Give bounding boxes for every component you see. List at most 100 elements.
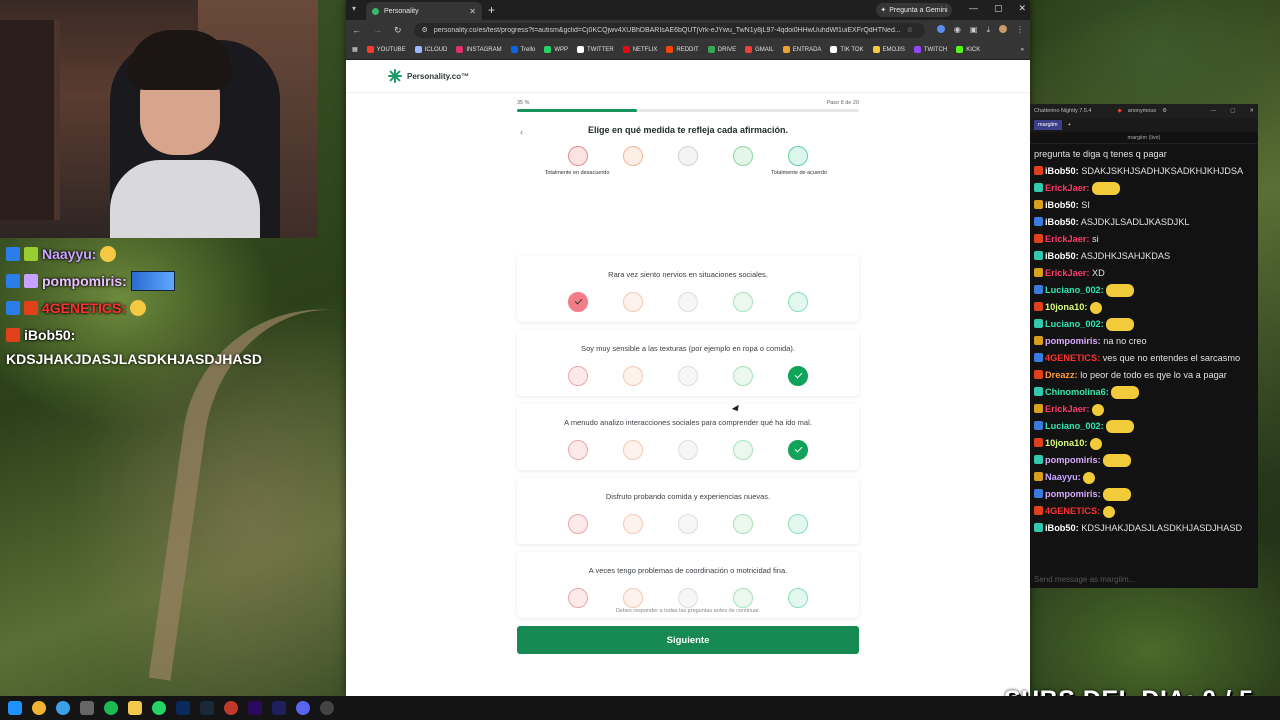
site-info-icon[interactable]: ⚙: [422, 26, 428, 34]
bookmark-youtube[interactable]: YOUTUBE: [366, 46, 406, 53]
chat-username[interactable]: ErickJaer:: [1045, 268, 1089, 278]
chat-username[interactable]: 4GENETICS:: [1045, 353, 1100, 363]
photoshop-icon[interactable]: [176, 701, 190, 715]
chat-username[interactable]: 10jona10:: [1045, 438, 1087, 448]
chrome-icon[interactable]: [32, 701, 46, 715]
tab-search-icon[interactable]: ▾: [352, 4, 356, 13]
answer-option-4[interactable]: [733, 440, 753, 460]
answer-option-4[interactable]: [733, 366, 753, 386]
chat-username[interactable]: iBob50:: [1045, 217, 1079, 227]
ask-gemini-button[interactable]: ✦ Pregunta a Gemini: [876, 3, 952, 17]
answer-option-3[interactable]: [678, 366, 698, 386]
back-icon[interactable]: ←: [352, 25, 361, 35]
minimize-icon[interactable]: —: [969, 3, 978, 14]
next-button[interactable]: Siguiente: [517, 626, 859, 654]
spotify-icon[interactable]: [104, 701, 118, 715]
app-icon[interactable]: [224, 701, 238, 715]
steam-icon[interactable]: [200, 701, 214, 715]
downloads-icon[interactable]: ⤓: [986, 25, 990, 35]
answer-option-2[interactable]: [623, 514, 643, 534]
edge-icon[interactable]: [56, 701, 70, 715]
tab-personality[interactable]: Personality ✕: [366, 2, 482, 20]
bookmark-entrada[interactable]: ENTRADA: [782, 46, 821, 53]
bookmark-trello[interactable]: Trello: [510, 46, 535, 53]
bookmark-star-icon[interactable]: ☆: [907, 26, 913, 34]
answer-option-4[interactable]: [733, 588, 753, 608]
answer-option-3[interactable]: [678, 588, 698, 608]
answer-option-1[interactable]: [568, 514, 588, 534]
bookmark-twitch[interactable]: TWITCH: [913, 46, 947, 53]
profile-avatar-icon[interactable]: [999, 25, 1007, 33]
chat-username[interactable]: Luciano_002:: [1045, 319, 1104, 329]
answer-option-3[interactable]: [678, 440, 698, 460]
tab-margiim[interactable]: margiim: [1034, 120, 1062, 130]
maximize-icon[interactable]: ▢: [1230, 108, 1235, 114]
apps-grid-icon[interactable]: ▦: [352, 46, 358, 53]
bookmark-twitter[interactable]: TWITTER: [577, 46, 614, 53]
account-icon[interactable]: ◆: [1117, 108, 1121, 114]
answer-option-5[interactable]: [788, 588, 808, 608]
bookmark-tiktok[interactable]: TIK TOK: [830, 46, 864, 53]
settings-gear-icon[interactable]: ⚙: [1162, 108, 1167, 114]
bookmark-icloud[interactable]: ICLOUD: [414, 46, 447, 53]
chat-username[interactable]: pompomiris:: [1045, 455, 1101, 465]
chat-username[interactable]: pompomiris:: [1045, 336, 1101, 346]
answer-option-4[interactable]: [733, 292, 753, 312]
more-bookmarks-icon[interactable]: »: [1021, 47, 1024, 53]
answer-option-2[interactable]: [623, 588, 643, 608]
answer-option-5[interactable]: [788, 514, 808, 534]
close-tab-icon[interactable]: ✕: [469, 7, 476, 16]
bookmark-emojis[interactable]: EMOJIS: [872, 46, 905, 53]
answer-option-5[interactable]: [788, 292, 808, 312]
back-arrow-icon[interactable]: ‹: [520, 127, 523, 137]
minimize-icon[interactable]: —: [1211, 108, 1217, 114]
answer-option-1[interactable]: [568, 440, 588, 460]
answer-option-3[interactable]: [678, 292, 698, 312]
close-window-icon[interactable]: ✕: [1018, 3, 1026, 14]
obs-icon[interactable]: [320, 701, 334, 715]
browser-menu-icon[interactable]: ⋮: [1016, 25, 1024, 35]
chat-username[interactable]: 10jona10:: [1045, 302, 1087, 312]
account-name[interactable]: anonymous: [1128, 108, 1156, 114]
discord-icon[interactable]: [296, 701, 310, 715]
answer-option-3[interactable]: [678, 514, 698, 534]
answer-option-4[interactable]: [733, 514, 753, 534]
answer-option-1[interactable]: [568, 292, 588, 312]
extension-icon[interactable]: [936, 25, 945, 33]
speaker-icon[interactable]: ◉: [954, 25, 961, 35]
bookmark-wpp[interactable]: WPP: [544, 46, 568, 53]
bookmark-gmail[interactable]: GMAIL: [745, 46, 774, 53]
bookmark-reddit[interactable]: REDDIT: [666, 46, 699, 53]
chat-username[interactable]: Dreazz:: [1045, 370, 1078, 380]
chat-username[interactable]: ErickJaer:: [1045, 183, 1089, 193]
chat-username[interactable]: ErickJaer:: [1045, 234, 1089, 244]
chat-username[interactable]: Chinomolina6:: [1045, 387, 1109, 397]
forward-icon[interactable]: →: [373, 25, 382, 35]
chat-username[interactable]: ErickJaer:: [1045, 404, 1089, 414]
answer-option-1[interactable]: [568, 588, 588, 608]
answer-option-5[interactable]: [788, 440, 808, 460]
site-logo-text[interactable]: Personality.co™: [407, 72, 469, 81]
add-tab-icon[interactable]: +: [1068, 122, 1071, 128]
chat-username[interactable]: Luciano_002:: [1045, 421, 1104, 431]
whatsapp-icon[interactable]: [152, 701, 166, 715]
chat-username[interactable]: iBob50:: [1045, 200, 1079, 210]
chat-username[interactable]: iBob50:: [1045, 523, 1079, 533]
answer-option-2[interactable]: [623, 440, 643, 460]
answer-option-1[interactable]: [568, 366, 588, 386]
maximize-icon[interactable]: ▢: [994, 3, 1003, 14]
answer-option-5[interactable]: [788, 366, 808, 386]
chat-username[interactable]: Naayyu:: [1045, 472, 1081, 482]
chat-input[interactable]: Send message as margiim...: [1034, 575, 1254, 584]
chat-username[interactable]: pompomiris:: [1045, 489, 1101, 499]
chat-username[interactable]: iBob50:: [1045, 251, 1079, 261]
answer-option-2[interactable]: [623, 292, 643, 312]
new-tab-icon[interactable]: +: [488, 3, 495, 17]
bookmark-drive[interactable]: DRIVE: [707, 46, 736, 53]
personality-logo-icon[interactable]: [388, 69, 402, 83]
bookmark-kick[interactable]: KICK: [956, 46, 980, 53]
reload-icon[interactable]: ↻: [394, 25, 402, 36]
url-bar[interactable]: ⚙ personality.co/es/test/progress?t=auti…: [413, 22, 925, 38]
extensions-puzzle-icon[interactable]: ▣: [970, 25, 978, 35]
bookmark-instagram[interactable]: INSTAGRAM: [456, 46, 502, 53]
